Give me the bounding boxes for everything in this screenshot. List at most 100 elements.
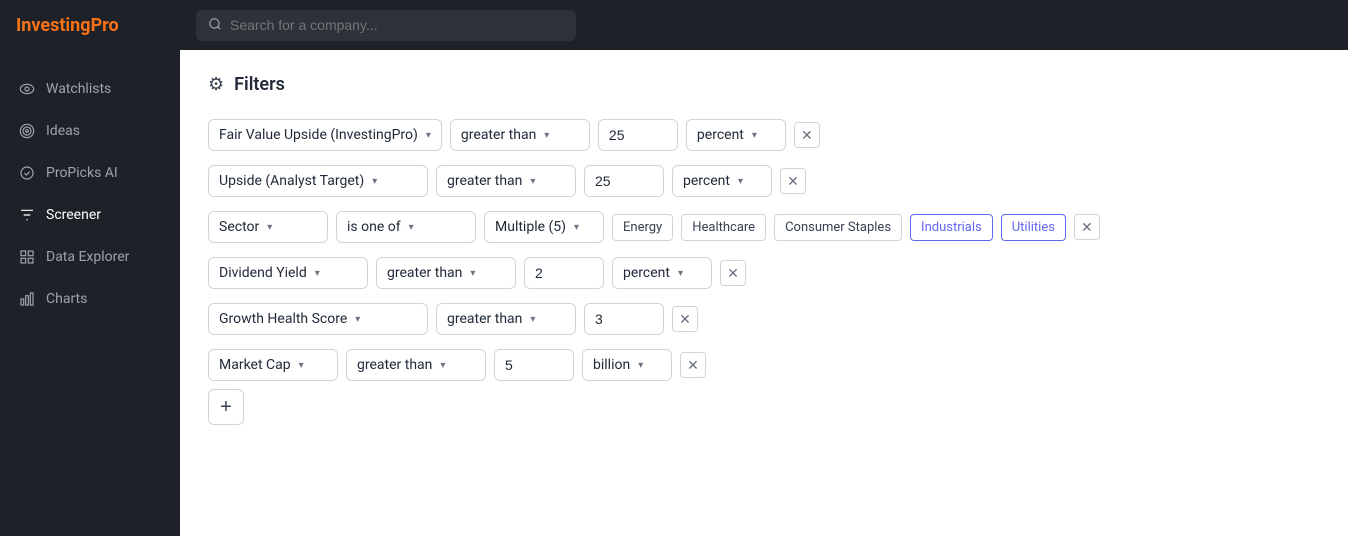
operator-select-5[interactable]: greater than ▾ bbox=[436, 303, 576, 335]
remove-button-6[interactable]: ✕ bbox=[680, 352, 706, 378]
operator-label-4: greater than bbox=[387, 265, 462, 281]
remove-button-5[interactable]: ✕ bbox=[672, 306, 698, 332]
metric-label-6: Market Cap bbox=[219, 357, 291, 373]
logo: InvestingPro bbox=[0, 0, 180, 50]
sidebar-item-propicks[interactable]: ProPicks AI bbox=[0, 154, 180, 192]
filter-row-5: Growth Health Score ▾ greater than ▾ ✕ bbox=[208, 303, 1320, 335]
chevron-down-icon: ▾ bbox=[267, 222, 272, 233]
logo-part2: Pro bbox=[91, 15, 119, 36]
chevron-down-icon: ▾ bbox=[315, 268, 320, 279]
operator-select-3[interactable]: is one of ▾ bbox=[336, 211, 476, 243]
settings-icon: ⚙ bbox=[208, 74, 224, 95]
propicks-icon bbox=[18, 164, 36, 182]
sidebar-item-watchlists[interactable]: Watchlists bbox=[0, 70, 180, 108]
chevron-down-icon: ▾ bbox=[574, 222, 579, 233]
sidebar-label-charts: Charts bbox=[46, 291, 87, 307]
search-input[interactable] bbox=[230, 17, 564, 33]
remove-button-4[interactable]: ✕ bbox=[720, 260, 746, 286]
sidebar-item-data-explorer[interactable]: Data Explorer bbox=[0, 238, 180, 276]
filter-row-4: Dividend Yield ▾ greater than ▾ percent … bbox=[208, 257, 1320, 289]
multiple-select-3[interactable]: Multiple (5) ▾ bbox=[484, 211, 604, 243]
metric-select-3[interactable]: Sector ▾ bbox=[208, 211, 328, 243]
sidebar-label-ideas: Ideas bbox=[46, 123, 80, 139]
metric-select-2[interactable]: Upside (Analyst Target) ▾ bbox=[208, 165, 428, 197]
remove-button-3[interactable]: ✕ bbox=[1074, 214, 1100, 240]
metric-select-1[interactable]: Fair Value Upside (InvestingPro) ▾ bbox=[208, 119, 442, 151]
sidebar-label-screener: Screener bbox=[46, 207, 101, 223]
unit-select-6[interactable]: billion ▾ bbox=[582, 349, 672, 381]
topbar bbox=[180, 0, 1348, 50]
metric-label-3: Sector bbox=[219, 219, 259, 235]
filter-row-2: Upside (Analyst Target) ▾ greater than ▾… bbox=[208, 165, 1320, 197]
nav-menu: Watchlists Ideas ProPicks AI Screener Da… bbox=[0, 50, 180, 318]
unit-select-1[interactable]: percent ▾ bbox=[686, 119, 786, 151]
search-icon bbox=[208, 16, 222, 35]
operator-label-5: greater than bbox=[447, 311, 522, 327]
operator-select-4[interactable]: greater than ▾ bbox=[376, 257, 516, 289]
operator-select-6[interactable]: greater than ▾ bbox=[346, 349, 486, 381]
metric-select-4[interactable]: Dividend Yield ▾ bbox=[208, 257, 368, 289]
add-filter-button[interactable]: + bbox=[208, 389, 244, 425]
sector-tag-energy: Energy bbox=[612, 214, 673, 241]
filter-row-3: Sector ▾ is one of ▾ Multiple (5) ▾ Ener… bbox=[208, 211, 1320, 243]
value-input-6[interactable] bbox=[494, 349, 574, 381]
bar-chart-icon bbox=[18, 290, 36, 308]
filters-list: Fair Value Upside (InvestingPro) ▾ great… bbox=[208, 119, 1320, 381]
sidebar-label-watchlists: Watchlists bbox=[46, 81, 111, 97]
chevron-down-icon: ▾ bbox=[299, 360, 304, 371]
value-input-5[interactable] bbox=[584, 303, 664, 335]
metric-label-1: Fair Value Upside (InvestingPro) bbox=[219, 127, 418, 143]
grid-icon bbox=[18, 248, 36, 266]
chevron-down-icon: ▾ bbox=[355, 314, 360, 325]
logo-part1: Investing bbox=[16, 15, 91, 36]
filter-row-1: Fair Value Upside (InvestingPro) ▾ great… bbox=[208, 119, 1320, 151]
metric-select-6[interactable]: Market Cap ▾ bbox=[208, 349, 338, 381]
sidebar-item-ideas[interactable]: Ideas bbox=[0, 112, 180, 150]
remove-button-1[interactable]: ✕ bbox=[794, 122, 820, 148]
sector-tag-industrials: Industrials bbox=[910, 214, 993, 241]
operator-select-1[interactable]: greater than ▾ bbox=[450, 119, 590, 151]
target-icon bbox=[18, 122, 36, 140]
sidebar-label-data-explorer: Data Explorer bbox=[46, 249, 129, 265]
value-input-4[interactable] bbox=[524, 257, 604, 289]
chevron-down-icon: ▾ bbox=[470, 268, 475, 279]
chevron-down-icon: ▾ bbox=[752, 130, 757, 141]
page-title: Filters bbox=[234, 74, 285, 95]
unit-label-1: percent bbox=[697, 127, 744, 143]
eye-icon bbox=[18, 80, 36, 98]
sidebar-item-screener[interactable]: Screener bbox=[0, 196, 180, 234]
chevron-down-icon: ▾ bbox=[409, 222, 414, 233]
metric-label-5: Growth Health Score bbox=[219, 311, 347, 327]
unit-select-2[interactable]: percent ▾ bbox=[672, 165, 772, 197]
sidebar-label-propicks: ProPicks AI bbox=[46, 165, 118, 181]
metric-label-4: Dividend Yield bbox=[219, 265, 307, 281]
chevron-down-icon: ▾ bbox=[440, 360, 445, 371]
sidebar-item-charts[interactable]: Charts bbox=[0, 280, 180, 318]
metric-select-5[interactable]: Growth Health Score ▾ bbox=[208, 303, 428, 335]
chevron-down-icon: ▾ bbox=[678, 268, 683, 279]
chevron-down-icon: ▾ bbox=[530, 176, 535, 187]
sector-tag-consumer-staples: Consumer Staples bbox=[774, 214, 902, 241]
metric-label-2: Upside (Analyst Target) bbox=[219, 173, 364, 189]
sector-tag-utilities: Utilities bbox=[1001, 214, 1066, 241]
operator-select-2[interactable]: greater than ▾ bbox=[436, 165, 576, 197]
chevron-down-icon: ▾ bbox=[530, 314, 535, 325]
page-header: ⚙ Filters bbox=[208, 74, 1320, 95]
remove-button-2[interactable]: ✕ bbox=[780, 168, 806, 194]
unit-select-4[interactable]: percent ▾ bbox=[612, 257, 712, 289]
unit-label-6: billion bbox=[593, 357, 630, 373]
chevron-down-icon: ▾ bbox=[738, 176, 743, 187]
operator-label-1: greater than bbox=[461, 127, 536, 143]
sector-tag-healthcare: Healthcare bbox=[681, 214, 766, 241]
value-input-2[interactable] bbox=[584, 165, 664, 197]
value-input-1[interactable] bbox=[598, 119, 678, 151]
main-wrapper: ⚙ Filters Fair Value Upside (InvestingPr… bbox=[180, 0, 1348, 536]
unit-label-2: percent bbox=[683, 173, 730, 189]
filter-icon bbox=[18, 206, 36, 224]
filter-row-6: Market Cap ▾ greater than ▾ billion ▾ ✕ bbox=[208, 349, 1320, 381]
chevron-down-icon: ▾ bbox=[372, 176, 377, 187]
chevron-down-icon: ▾ bbox=[544, 130, 549, 141]
sidebar: InvestingPro Watchlists Ideas ProPicks A… bbox=[0, 0, 180, 536]
unit-label-4: percent bbox=[623, 265, 670, 281]
search-box[interactable] bbox=[196, 10, 576, 41]
